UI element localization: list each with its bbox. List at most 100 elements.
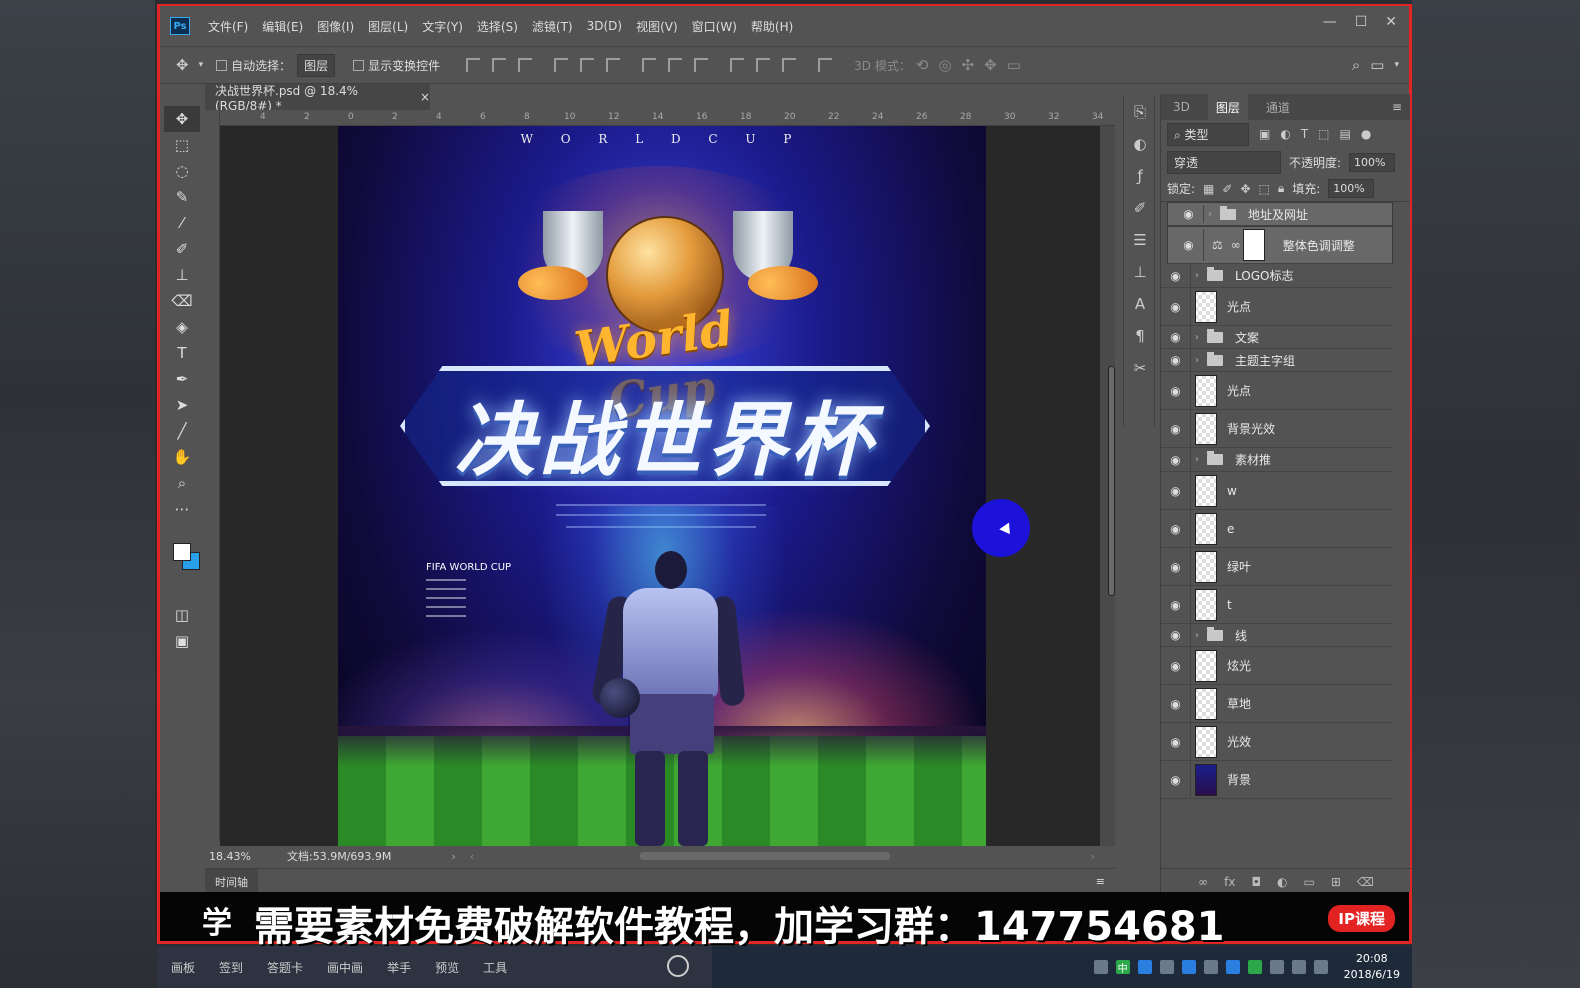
- layer-mask-thumbnail[interactable]: [1242, 229, 1265, 261]
- auto-select-dropdown[interactable]: 图层: [297, 53, 336, 77]
- distribute-hcenter-icon[interactable]: [756, 58, 771, 72]
- foreground-color-swatch[interactable]: [173, 543, 191, 561]
- 3d-pan-icon[interactable]: ✣: [962, 56, 975, 74]
- visibility-eye-icon[interactable]: ◉: [1161, 448, 1191, 471]
- clock[interactable]: 20:08 2018/6/19: [1344, 951, 1400, 983]
- expand-chevron-icon[interactable]: ›: [1195, 355, 1207, 366]
- shield-icon[interactable]: [1137, 960, 1152, 974]
- visibility-eye-icon[interactable]: ◉: [1161, 723, 1191, 760]
- 3d-scale-icon[interactable]: ▭: [1007, 56, 1021, 74]
- tool-preset-chevron-icon[interactable]: ▾: [199, 60, 204, 70]
- align-hcenter-icon[interactable]: [580, 58, 595, 72]
- menu-window[interactable]: 窗口(W): [692, 18, 737, 35]
- vertical-scrollbar[interactable]: [1100, 126, 1115, 846]
- layer-row-adjustment[interactable]: ◉ ⚖ ∞ 整体色调调整: [1167, 226, 1393, 264]
- layer-row[interactable]: ◉ 光效: [1161, 723, 1393, 761]
- auto-align-icon[interactable]: [818, 58, 833, 72]
- vertical-scrollbar-thumb[interactable]: [1108, 366, 1115, 596]
- layer-row[interactable]: ◉ 光点: [1161, 288, 1393, 326]
- auto-select-checkbox[interactable]: [216, 59, 228, 71]
- volume-icon[interactable]: [1291, 960, 1306, 974]
- hscroll-right-icon[interactable]: ›: [1091, 850, 1095, 863]
- menu-select[interactable]: 选择(S): [477, 18, 518, 35]
- fill-input[interactable]: 100%: [1328, 179, 1375, 198]
- align-vcenter-icon[interactable]: [492, 58, 507, 72]
- toolbar-item-preview[interactable]: 预览: [435, 959, 459, 976]
- layer-row-group[interactable]: ◉ › LOGO标志: [1161, 264, 1393, 288]
- toolbar-item-whiteboard[interactable]: 画板: [171, 959, 195, 976]
- menu-edit[interactable]: 编辑(E): [262, 18, 303, 35]
- keyboard-icon[interactable]: [1093, 960, 1108, 974]
- toolbar-item-answer-card[interactable]: 答题卡: [267, 959, 303, 976]
- visibility-eye-icon[interactable]: ◉: [1161, 349, 1191, 371]
- show-transform-checkbox[interactable]: [353, 59, 365, 71]
- align-right-icon[interactable]: [606, 58, 621, 72]
- search-icon[interactable]: ⌕: [1352, 56, 1360, 74]
- tab-3d[interactable]: 3D: [1173, 100, 1190, 114]
- filter-pixel-icon[interactable]: ▣: [1259, 127, 1270, 141]
- toolbar-item-checkin[interactable]: 签到: [219, 959, 243, 976]
- layer-row-group[interactable]: ◉ › 文案: [1161, 326, 1393, 349]
- align-bottom-icon[interactable]: [518, 58, 533, 72]
- align-top-icon[interactable]: [466, 58, 481, 72]
- status-menu-chevron-icon[interactable]: ›: [451, 850, 455, 863]
- timeline-tab[interactable]: 时间轴: [205, 868, 258, 895]
- tab-layers[interactable]: 图层: [1207, 93, 1248, 121]
- 3d-orbit-icon[interactable]: ⟲: [916, 56, 929, 74]
- expand-chevron-icon[interactable]: ›: [1208, 209, 1220, 220]
- visibility-eye-icon[interactable]: ◉: [1161, 410, 1191, 447]
- filter-adjustment-icon[interactable]: ◐: [1280, 127, 1290, 141]
- layer-row[interactable]: ◉ 绿叶: [1161, 548, 1393, 586]
- visibility-eye-icon[interactable]: ◉: [1161, 761, 1191, 798]
- menu-type[interactable]: 文字(Y): [422, 18, 463, 35]
- align-left-icon[interactable]: [554, 58, 569, 72]
- menu-3d[interactable]: 3D(D): [587, 19, 622, 33]
- layer-row[interactable]: ◉ 光点: [1161, 372, 1393, 410]
- folder-icon[interactable]: ▭: [1303, 875, 1314, 889]
- tool-presets-icon[interactable]: ✂: [1124, 352, 1156, 384]
- menu-layer[interactable]: 图层(L): [368, 18, 408, 35]
- clone-source-icon[interactable]: ⊥: [1124, 256, 1156, 288]
- new-layer-icon[interactable]: ⊞: [1331, 875, 1341, 889]
- power-icon[interactable]: [667, 955, 689, 977]
- layer-row[interactable]: ◉ t: [1161, 586, 1393, 624]
- visibility-eye-icon[interactable]: ◉: [1161, 548, 1191, 585]
- blend-mode-dropdown[interactable]: 穿透: [1167, 150, 1281, 174]
- layer-filter-dropdown[interactable]: ⌕ 类型: [1167, 122, 1249, 146]
- properties-icon[interactable]: ☰: [1124, 224, 1156, 256]
- pen-tool-icon[interactable]: ✒: [164, 366, 200, 392]
- toolbar-item-raise-hand[interactable]: 举手: [387, 959, 411, 976]
- distribute-left-icon[interactable]: [730, 58, 745, 72]
- opacity-input[interactable]: 100%: [1349, 152, 1396, 172]
- path-select-tool-icon[interactable]: ➤: [164, 392, 200, 418]
- canvas-area[interactable]: W O R L D C U P World Cup 决战世界杯 FIFA WOR…: [220, 126, 1100, 846]
- quick-select-tool-icon[interactable]: ✎: [164, 184, 200, 210]
- lock-artboard-icon[interactable]: ⬚: [1259, 182, 1270, 196]
- close-button[interactable]: ✕: [1385, 14, 1397, 30]
- layer-row[interactable]: ◉ 草地: [1161, 685, 1393, 723]
- history-icon[interactable]: ⎘: [1124, 96, 1156, 128]
- menu-help[interactable]: 帮助(H): [751, 18, 793, 35]
- lasso-tool-icon[interactable]: ◌: [164, 158, 200, 184]
- workspace-chevron-icon[interactable]: ▾: [1394, 60, 1399, 70]
- zoom-tool-icon[interactable]: ⌕: [164, 470, 200, 496]
- visibility-eye-icon[interactable]: ◉: [1161, 288, 1191, 325]
- stamp-tool-icon[interactable]: ⊥: [164, 262, 200, 288]
- brush-tool-icon[interactable]: ✐: [164, 236, 200, 262]
- hscroll-left-icon[interactable]: ‹: [470, 850, 474, 863]
- visibility-eye-icon[interactable]: ◉: [1161, 510, 1191, 547]
- visibility-eye-icon[interactable]: ◉: [1161, 624, 1191, 646]
- notification-icon[interactable]: [1313, 960, 1328, 974]
- 3d-slide-icon[interactable]: ✥: [984, 56, 997, 74]
- menu-image[interactable]: 图像(I): [317, 18, 354, 35]
- distribute-bottom-icon[interactable]: [694, 58, 709, 72]
- layer-row[interactable]: ◉ 背景光效: [1161, 410, 1393, 448]
- expand-chevron-icon[interactable]: ›: [1195, 270, 1207, 281]
- network-icon[interactable]: [1269, 960, 1284, 974]
- paint-bucket-tool-icon[interactable]: ◈: [164, 314, 200, 340]
- document-tab[interactable]: 决战世界杯.psd @ 18.4%(RGB/8#) * ×: [205, 84, 430, 113]
- marquee-tool-icon[interactable]: ⬚: [164, 132, 200, 158]
- device-icon[interactable]: [1203, 960, 1218, 974]
- move-tool-icon[interactable]: ✥: [164, 106, 200, 132]
- layer-row-group[interactable]: ◉ › 素材推: [1161, 448, 1393, 472]
